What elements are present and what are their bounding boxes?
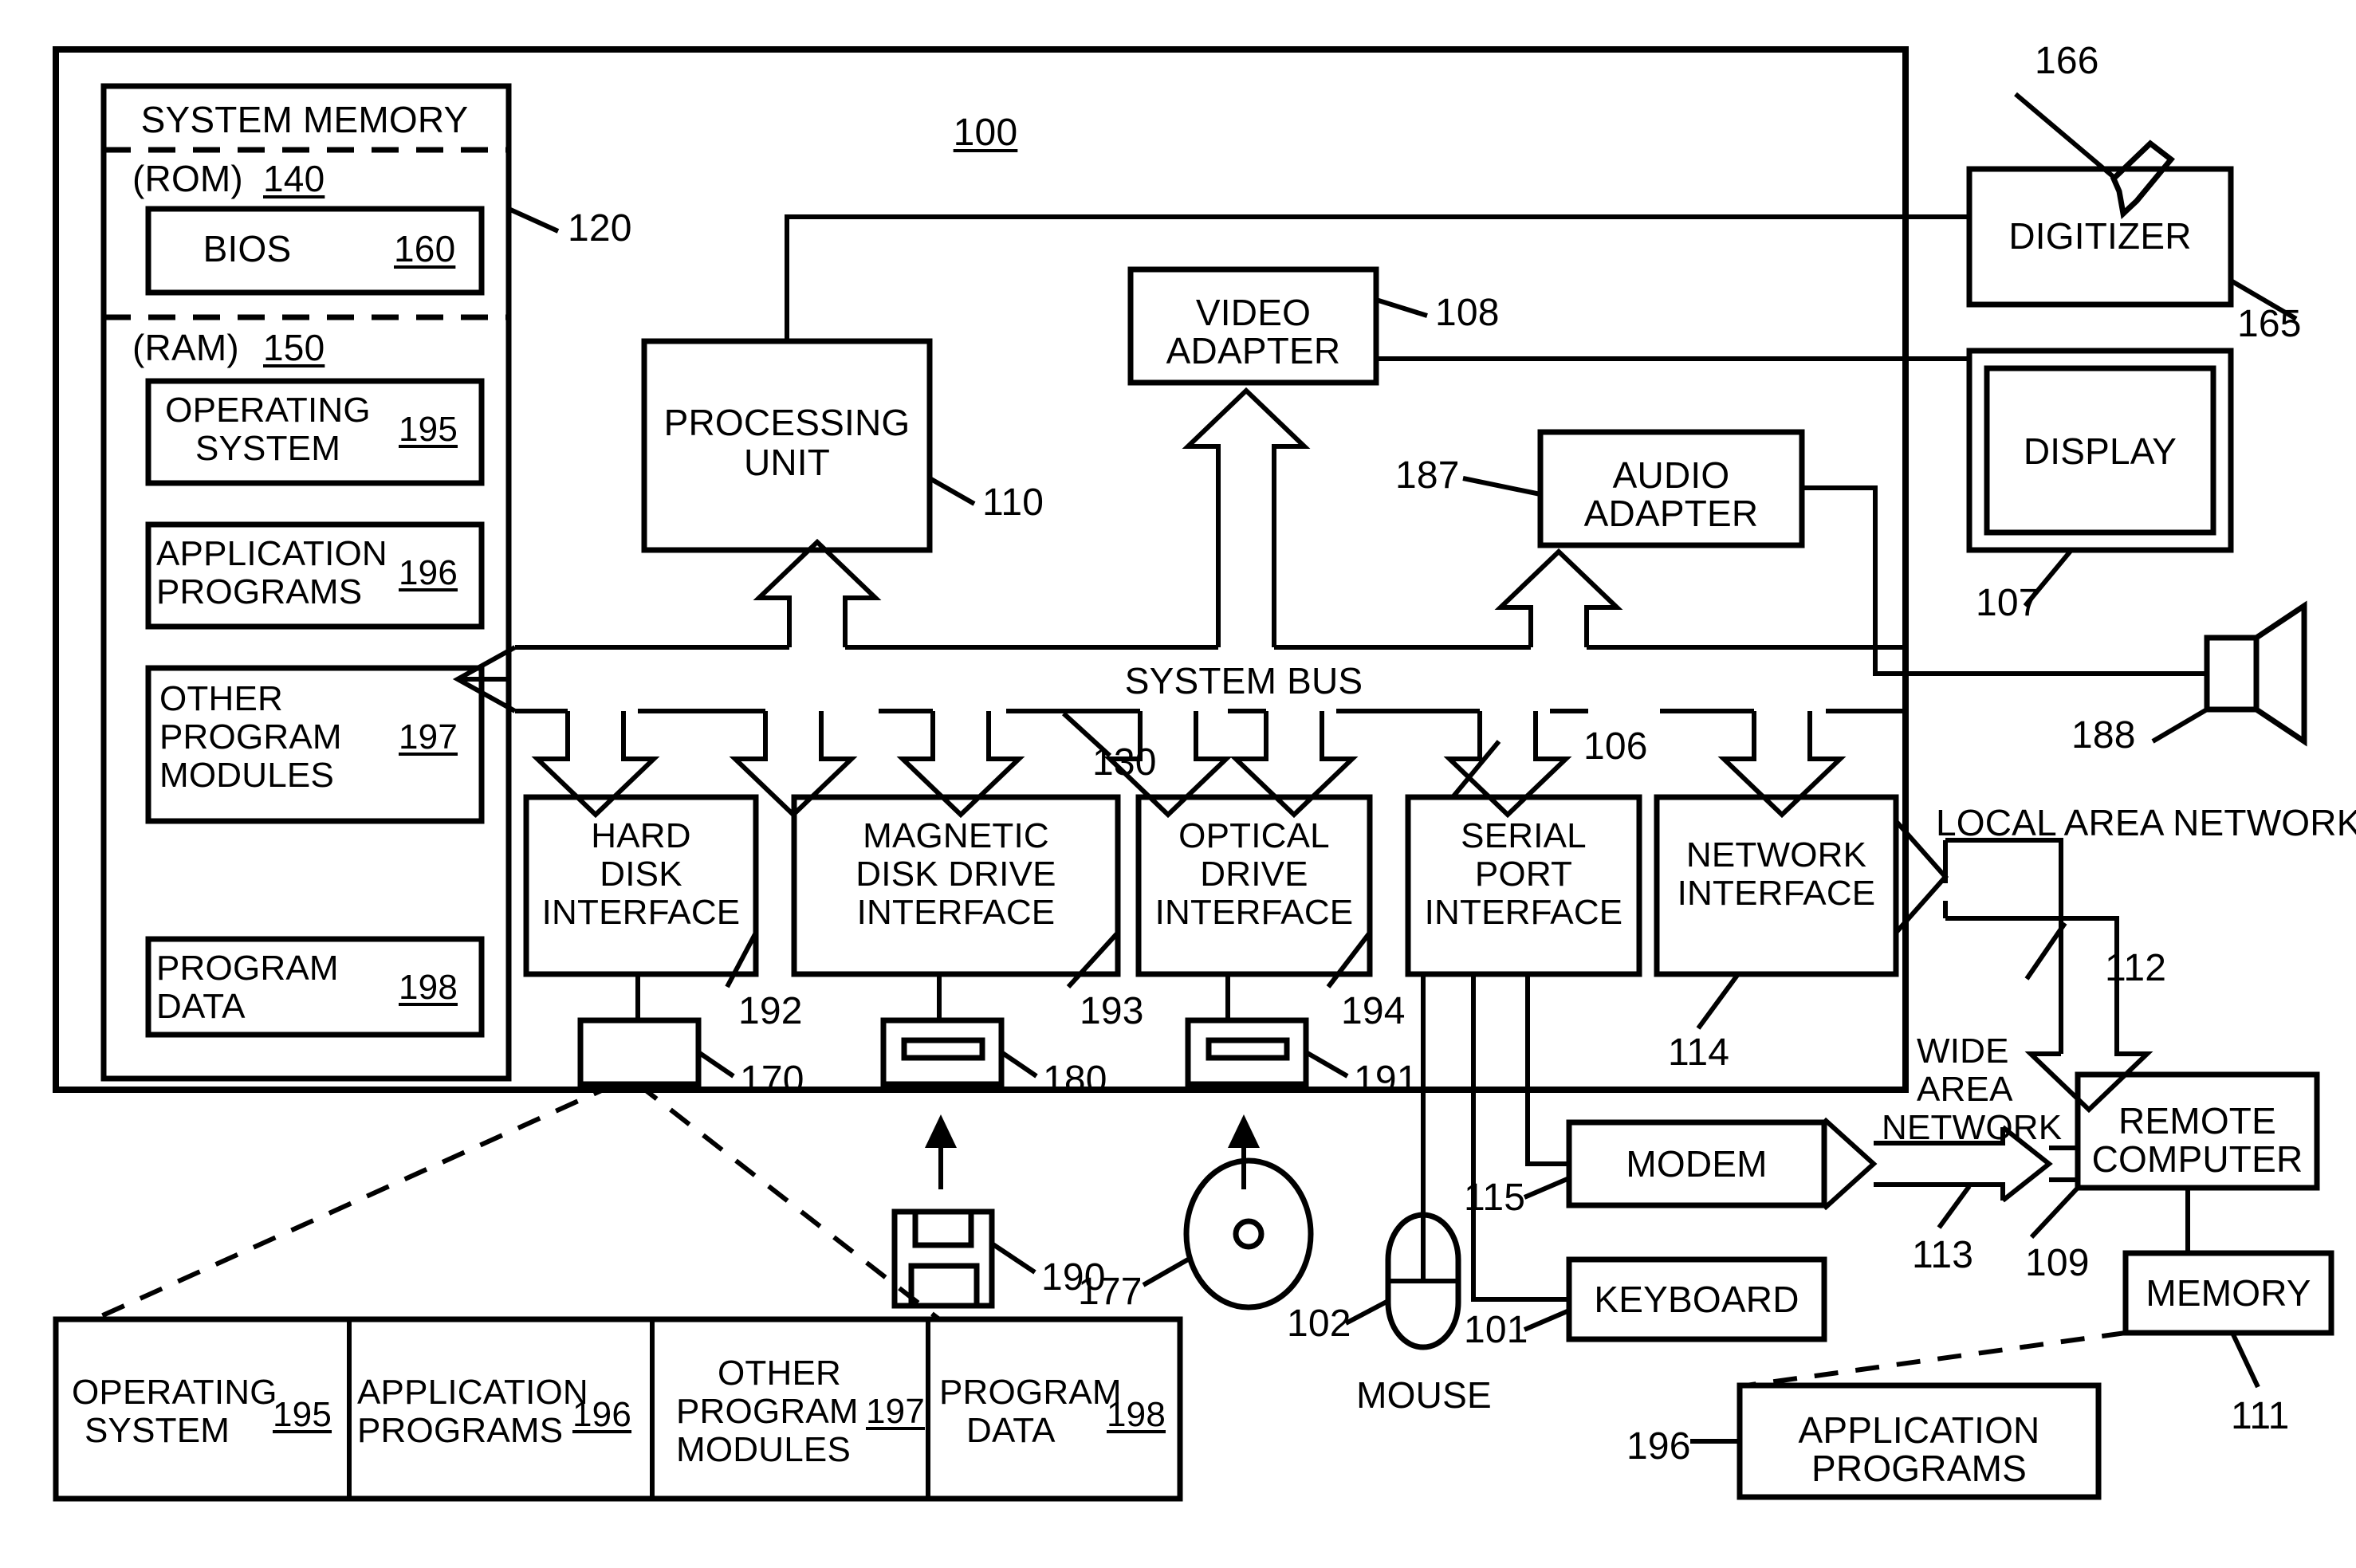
ram-block-data-line1: PROGRAM [156,949,339,988]
bar-other-line2: PROGRAM [676,1392,859,1431]
optical-drive-interface-line3: INTERFACE [1154,893,1354,932]
wan-label-line2: AREA [1917,1070,2013,1109]
optical-drive-interface-line1: OPTICAL [1178,816,1330,855]
bar-apps-line1: APPLICATION [357,1373,588,1412]
serial-port-interface-line1: SERIAL [1461,816,1587,855]
video-adapter-line2: ADAPTER [1166,330,1341,371]
digitizer-ref: 165 [2237,303,2302,345]
remote-computer-line1: REMOTE [2118,1100,2276,1142]
wan-label-line1: WIDE [1917,1032,2009,1071]
hard-disk-interface-line2: DISK [600,855,682,894]
magnetic-disk-interface-ref: 193 [1080,990,1144,1032]
bar-data-line2: DATA [966,1411,1056,1450]
display-ref: 107 [1976,582,2040,624]
display-label: DISPLAY [2023,430,2177,472]
optical-disc-ref: 177 [1078,1271,1143,1313]
hard-disk-interface-line1: HARD [591,816,691,855]
keyboard-label: KEYBOARD [1594,1279,1799,1320]
magnetic-disk-interface-line2: DISK DRIVE [855,855,1056,894]
ram-block-apps-ref: 196 [399,553,458,592]
digitizer-label: DIGITIZER [2008,215,2192,257]
magnetic-disk-interface-line1: MAGNETIC [863,816,1049,855]
ram-block-os-line1: OPERATING [165,391,371,430]
processing-unit-line1: PROCESSING [663,402,911,443]
system-bus-label: SYSTEM BUS [1124,660,1363,701]
bar-apps-line2: PROGRAMS [357,1411,564,1450]
wan-ref: 113 [1912,1234,1974,1276]
wan-label-line3: NETWORK [1882,1108,2063,1147]
processing-unit-ref: 110 [982,481,1044,524]
hard-disk-interface-ref: 192 [738,990,803,1032]
remote-apps-line2: PROGRAMS [1811,1448,2027,1489]
mouse-label: MOUSE [1356,1374,1492,1416]
mouse-ref: 102 [1287,1303,1351,1345]
ram-block-os-ref: 195 [399,410,458,449]
modem-label: MODEM [1626,1143,1768,1185]
system-bus-ref: 130 [1092,741,1157,784]
patent-figure-canvas: SYSTEM MEMORY (ROM) 140 BIOS 160 (RAM) 1… [0,0,2356,1568]
bar-other-ref: 197 [866,1392,926,1431]
bar-other-line1: OTHER [718,1354,841,1393]
magnetic-disk-drive-ref: 180 [1043,1059,1107,1101]
video-adapter-line1: VIDEO [1195,292,1312,333]
ram-block-apps-line1: APPLICATION [156,534,387,573]
bar-other-line3: MODULES [676,1430,851,1469]
diagram-lines [53,46,2334,1502]
optical-drive-interface-ref: 194 [1341,990,1406,1032]
remote-computer-ref: 109 [2025,1242,2090,1284]
bios-ref: 160 [394,228,456,269]
rom-label: (ROM) [132,158,243,199]
audio-adapter-line1: AUDIO [1612,454,1730,496]
ram-block-data-line2: DATA [156,987,246,1026]
video-adapter-ref: 108 [1435,292,1500,334]
audio-adapter-ref: 187 [1395,454,1460,497]
processing-unit-line2: UNIT [743,442,831,483]
keyboard-ref: 101 [1464,1309,1528,1351]
magnetic-disk-interface-line3: INTERFACE [856,893,1056,932]
lan-label: LOCAL AREA NETWORK [1936,802,2356,843]
speaker-ref: 188 [2071,714,2136,756]
network-interface-line1: NETWORK [1685,835,1867,874]
hard-disk-interface-line3: INTERFACE [541,893,741,932]
ram-block-other-ref: 197 [399,717,458,756]
ram-ref: 150 [263,327,325,368]
ram-block-data-ref: 198 [399,968,458,1007]
ram-block-os-line2: SYSTEM [195,429,341,468]
optical-disk-drive-ref: 191 [1354,1059,1418,1101]
hard-disk-drive-ref: 170 [740,1059,804,1101]
remote-apps-line1: APPLICATION [1798,1409,2040,1451]
lan-ref: 112 [2105,947,2167,989]
bar-apps-ref: 196 [572,1395,632,1434]
serial-port-interface-line3: INTERFACE [1424,893,1623,932]
ram-block-other-line2: PROGRAM [159,717,342,756]
ram-block-other-line3: MODULES [159,756,334,795]
system-memory-heading: SYSTEM MEMORY [140,99,469,140]
system-memory-ref: 120 [568,207,632,250]
modem-ref: 115 [1464,1177,1526,1219]
ram-block-other-line1: OTHER [159,679,283,718]
ram-label: (RAM) [132,327,239,368]
bar-os-line1: OPERATING [72,1373,277,1412]
remote-memory-ref: 111 [2231,1395,2290,1437]
audio-adapter-line2: ADAPTER [1583,493,1759,534]
network-interface-line2: INTERFACE [1677,874,1876,913]
bar-os-ref: 195 [273,1395,332,1434]
figure-ref-100: 100 [953,112,1018,154]
remote-apps-ref: 196 [1626,1425,1691,1468]
network-interface-ref: 114 [1668,1032,1730,1074]
bar-data-line1: PROGRAM [939,1373,1122,1412]
ram-block-apps-line2: PROGRAMS [156,572,363,611]
bios-label: BIOS [203,228,292,269]
rom-ref: 140 [263,158,325,199]
optical-drive-interface-line2: DRIVE [1200,855,1308,894]
serial-port-ref: 106 [1583,725,1648,768]
bar-data-ref: 198 [1107,1395,1166,1434]
remote-computer-line2: COMPUTER [2091,1138,2303,1180]
serial-port-interface-line2: PORT [1474,855,1573,894]
stylus-ref: 166 [2035,40,2099,82]
bar-os-line2: SYSTEM [85,1411,230,1450]
remote-memory-label: MEMORY [2146,1272,2311,1314]
